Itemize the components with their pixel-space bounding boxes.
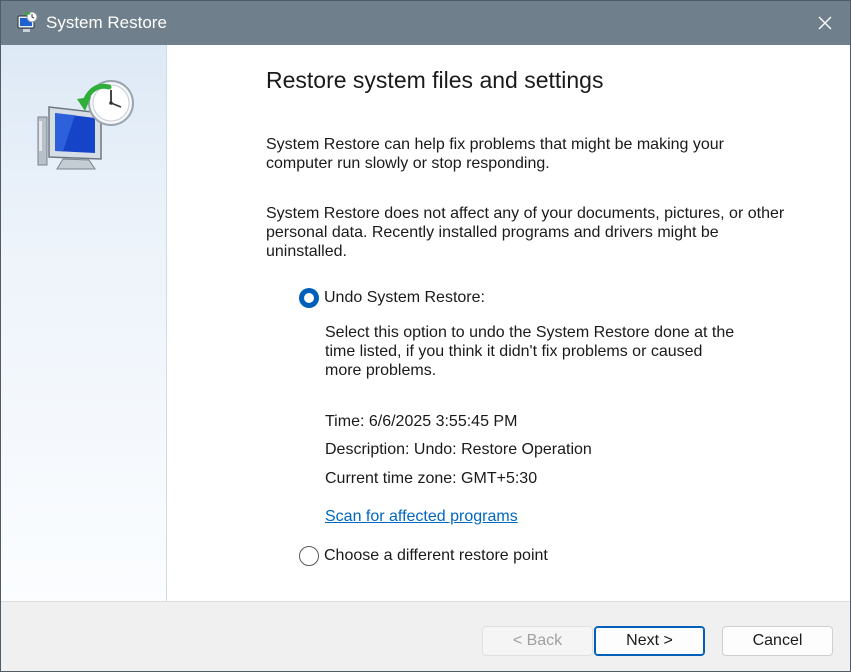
- intro-paragraph-line: System Restore can help fix problems tha…: [266, 136, 724, 153]
- choose-restore-point-radio[interactable]: [299, 546, 319, 566]
- info-paragraph-line: System Restore does not affect any of yo…: [266, 205, 785, 222]
- system-restore-window: System Restore Restore system files and …: [0, 0, 851, 672]
- undo-description-line: time listed, if you think it didn't fix …: [325, 343, 703, 360]
- close-button[interactable]: [800, 1, 850, 45]
- restore-time: Time: 6/6/2025 3:55:45 PM: [325, 413, 518, 430]
- close-icon: [818, 16, 832, 30]
- current-time-zone: Current time zone: GMT+5:30: [325, 470, 538, 487]
- title-bar[interactable]: System Restore: [1, 1, 850, 45]
- undo-restore-label[interactable]: Undo System Restore:: [324, 289, 485, 307]
- restore-description: Description: Undo: Restore Operation: [325, 441, 592, 458]
- button-bar: < Back Next > Cancel: [1, 601, 850, 671]
- info-paragraph-line: personal data. Recently installed progra…: [266, 224, 719, 241]
- back-button[interactable]: < Back: [482, 626, 593, 656]
- system-restore-illustration: [37, 80, 134, 170]
- window-title: System Restore: [46, 13, 167, 32]
- sidebar-banner: [1, 45, 167, 601]
- choose-restore-point-label[interactable]: Choose a different restore point: [324, 547, 548, 565]
- cancel-button[interactable]: Cancel: [722, 626, 833, 656]
- info-paragraph-line: uninstalled.: [266, 243, 347, 260]
- undo-description-line: Select this option to undo the System Re…: [325, 324, 735, 341]
- scan-affected-programs-link[interactable]: Scan for affected programs: [325, 508, 518, 526]
- intro-paragraph-line: computer run slowly or stop responding.: [266, 155, 550, 172]
- radio-selected-dot: [304, 293, 314, 303]
- page-heading: Restore system files and settings: [266, 67, 604, 93]
- next-button[interactable]: Next >: [594, 626, 705, 656]
- undo-description-line: more problems.: [325, 362, 437, 379]
- content-panel: Restore system files and settings System…: [167, 45, 850, 601]
- system-restore-icon: [17, 11, 38, 32]
- undo-restore-radio[interactable]: [299, 288, 319, 308]
